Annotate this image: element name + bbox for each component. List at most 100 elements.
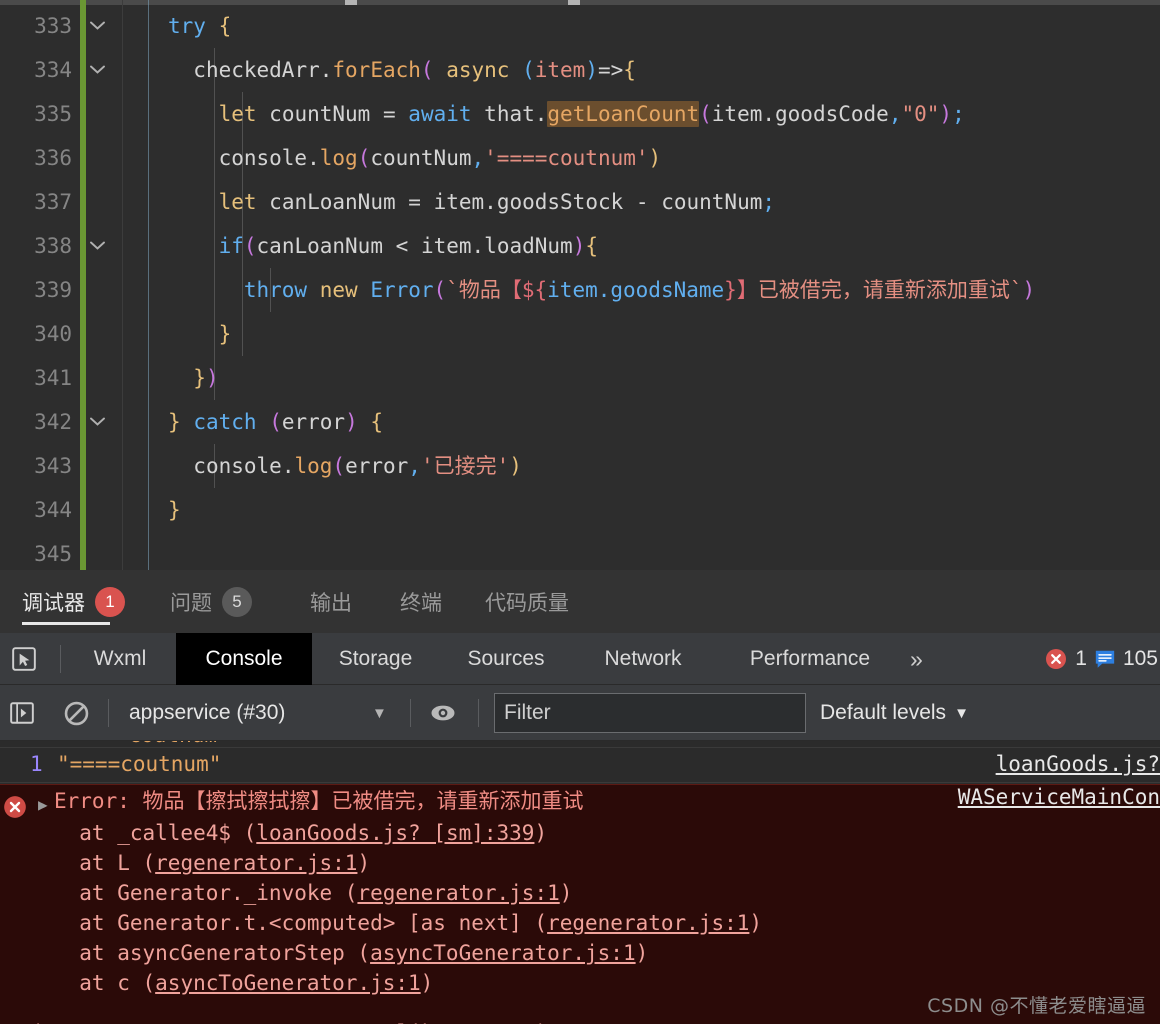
panel-tab-label: 调试器 bbox=[22, 590, 85, 615]
editor-line[interactable]: 338 if(canLoanNum < item.loadNum){ bbox=[0, 224, 1160, 268]
editor-line[interactable]: 339 throw new Error(`物品【${item.goodsName… bbox=[0, 268, 1160, 312]
line-number: 333 bbox=[34, 14, 72, 38]
stack-frame-suffix: ) bbox=[420, 971, 434, 995]
error-circle-icon bbox=[2, 794, 28, 825]
clear-console-icon[interactable] bbox=[60, 697, 92, 729]
line-number: 342 bbox=[34, 410, 72, 434]
console-output[interactable]: "====coutnum" 1 "====coutnum" loanGoods.… bbox=[0, 741, 1160, 1024]
chevron-down-icon[interactable] bbox=[86, 224, 108, 268]
editor-line[interactable]: 334 checkedArr.forEach( async (item)=>{ bbox=[0, 48, 1160, 92]
panel-tab-4[interactable]: 代码质量 bbox=[485, 570, 569, 633]
console-log-entry[interactable]: 1 "====coutnum" loanGoods.js? bbox=[0, 747, 1160, 783]
devtools-tab-sources[interactable]: Sources bbox=[442, 633, 570, 685]
devtools-issue-counts[interactable]: 1 105 bbox=[1044, 633, 1160, 685]
error-stack-trace: at _callee4$ (loanGoods.js? [sm]:339) at… bbox=[54, 818, 762, 998]
stack-frame-suffix: ) bbox=[534, 821, 548, 845]
log-source-link[interactable]: loanGoods.js? bbox=[996, 752, 1160, 776]
log-repeat-count: 1 bbox=[30, 752, 43, 776]
editor-line[interactable]: 345 bbox=[0, 532, 1160, 570]
editor-line[interactable]: 341 }) bbox=[0, 356, 1160, 400]
panel-tab-badge: 1 bbox=[95, 586, 125, 617]
panel-tab-0[interactable]: 调试器 1 bbox=[22, 570, 125, 633]
error-count: 1 bbox=[1075, 647, 1087, 670]
devtools-tab-label: Performance bbox=[749, 647, 871, 670]
editor-line[interactable]: 340 } bbox=[0, 312, 1160, 356]
code-text: } catch (error) { bbox=[168, 410, 384, 434]
live-expression-eye-icon[interactable] bbox=[427, 697, 459, 729]
panel-tab-bar[interactable]: 调试器 1 问题 5 输出 终端 代码质量 bbox=[0, 570, 1160, 633]
chevron-down-icon[interactable] bbox=[86, 48, 108, 92]
editor-line[interactable]: 344} bbox=[0, 488, 1160, 532]
log-levels-label: Default levels bbox=[820, 701, 947, 724]
panel-tab-badge: 5 bbox=[222, 586, 252, 617]
line-number: 334 bbox=[34, 58, 72, 82]
stack-frame: at L (regenerator.js:1) bbox=[54, 848, 762, 878]
line-number: 335 bbox=[34, 102, 72, 126]
devtools-tab-separator bbox=[60, 645, 61, 673]
code-editor[interactable]: 333 try { 334 checkedArr.forEach( async (i… bbox=[0, 0, 1160, 570]
editor-line[interactable]: 336 console.log(countNum,'====coutnum') bbox=[0, 136, 1160, 180]
panel-tab-label: 代码质量 bbox=[485, 590, 569, 615]
chevron-down-icon[interactable] bbox=[86, 4, 108, 48]
editor-line[interactable]: 337 let canLoanNum = item.goodsStock - c… bbox=[0, 180, 1160, 224]
stack-frame-link[interactable]: regenerator.js:1 bbox=[357, 881, 559, 905]
filter-input[interactable] bbox=[495, 694, 805, 732]
devtools-tab-network[interactable]: Network bbox=[575, 633, 711, 685]
stack-frame-link[interactable]: asyncToGenerator.js:1 bbox=[155, 971, 421, 995]
log-levels-dropdown[interactable]: Default levels ▼ bbox=[820, 685, 969, 741]
devtools-window: 333 try { 334 checkedArr.forEach( async (i… bbox=[0, 0, 1160, 1024]
stack-frame-link[interactable]: asyncToGenerator.js:1 bbox=[370, 941, 636, 965]
stack-frame: at _callee4$ (loanGoods.js? [sm]:339) bbox=[54, 818, 762, 848]
stack-frame-link[interactable]: loanGoods.js? [sm]:339 bbox=[256, 821, 534, 845]
code-text: } bbox=[218, 322, 232, 346]
panel-tab-1[interactable]: 问题 5 bbox=[170, 570, 252, 633]
panel-tab-3[interactable]: 终端 bbox=[400, 570, 442, 633]
stack-frame-prefix: at asyncGeneratorStep ( bbox=[54, 941, 371, 965]
panel-tab-label: 输出 bbox=[310, 590, 352, 615]
devtools-tab-label: Wxml bbox=[93, 647, 147, 670]
line-number: 343 bbox=[34, 454, 72, 478]
code-text: }) bbox=[193, 366, 219, 390]
stack-frame: at c (asyncToGenerator.js:1) bbox=[54, 968, 762, 998]
console-sidebar-toggle-icon[interactable] bbox=[6, 697, 38, 729]
editor-line[interactable]: 342 } catch (error) { bbox=[0, 400, 1160, 444]
devtools-tab-label: Console bbox=[205, 647, 283, 670]
devtools-tab-bar[interactable]: Wxml Console Storage Sources Network Performa… bbox=[0, 633, 1160, 685]
stack-frame-link[interactable]: regenerator.js:1 bbox=[547, 911, 749, 935]
line-number: 341 bbox=[34, 366, 72, 390]
error-source-link[interactable]: WAServiceMainCon bbox=[958, 785, 1160, 809]
console-error-entry[interactable]: ▶ Error: 物品【擦拭擦拭擦】已被借完，请重新添加重试 WAService… bbox=[0, 784, 1160, 1024]
inspect-cursor-icon[interactable] bbox=[6, 641, 42, 677]
stack-frame-suffix: ) bbox=[635, 941, 649, 965]
console-context-selector[interactable]: appservice (#30) bbox=[129, 685, 285, 741]
stack-frame: at asyncGeneratorStep (asyncToGenerator.… bbox=[54, 938, 762, 968]
line-number: 339 bbox=[34, 278, 72, 302]
stack-frame-suffix: ) bbox=[749, 911, 763, 935]
devtools-tab-storage[interactable]: Storage bbox=[313, 633, 438, 685]
line-number: 340 bbox=[34, 322, 72, 346]
error-expand-triangle[interactable]: ▶ bbox=[38, 795, 48, 814]
stack-frame-prefix: at Generator._invoke ( bbox=[54, 881, 358, 905]
devtools-tab-label: Sources bbox=[467, 647, 545, 670]
console-filter-box[interactable] bbox=[494, 693, 806, 733]
devtools-tab-performance[interactable]: Performance bbox=[718, 633, 902, 685]
panel-tab-2[interactable]: 输出 bbox=[310, 570, 352, 633]
code-text: let canLoanNum = item.goodsStock - count… bbox=[218, 190, 776, 214]
stack-frame-prefix: at _callee4$ ( bbox=[54, 821, 257, 845]
line-number: 344 bbox=[34, 498, 72, 522]
code-text: console.log(countNum,'====coutnum') bbox=[218, 146, 662, 170]
chevron-down-icon[interactable] bbox=[86, 400, 108, 444]
devtools-tab-console[interactable]: Console bbox=[176, 633, 312, 685]
devtools-more-tabs-button[interactable]: » bbox=[910, 633, 923, 685]
chevron-down-icon: ▼ bbox=[954, 704, 969, 722]
devtools-tab-wxml[interactable]: Wxml bbox=[78, 633, 162, 685]
chevron-down-icon[interactable]: ▼ bbox=[372, 685, 387, 741]
active-tab-underline bbox=[22, 622, 110, 625]
editor-line[interactable]: 333 try { bbox=[0, 4, 1160, 48]
csdn-watermark: CSDN @不懂老爱瞎逼逼 bbox=[927, 995, 1146, 1017]
editor-line[interactable]: 343 console.log(error,'已接完') bbox=[0, 444, 1160, 488]
stack-frame-link[interactable]: regenerator.js:1 bbox=[155, 851, 357, 875]
error-circle-icon bbox=[1044, 647, 1068, 671]
code-text: try { bbox=[168, 14, 232, 38]
editor-line[interactable]: 335 let countNum = await that.getLoanCou… bbox=[0, 92, 1160, 136]
